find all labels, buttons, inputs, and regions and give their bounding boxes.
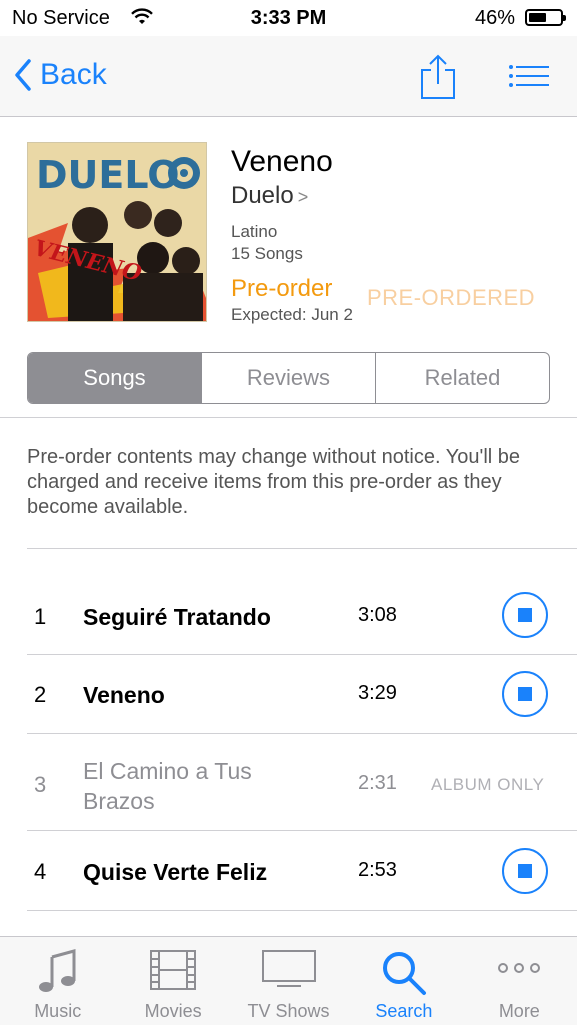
stop-preview-button[interactable]: [502, 848, 548, 894]
album-only-label: ALBUM ONLY: [431, 775, 545, 794]
tab-label: Music: [34, 1001, 82, 1021]
track-row[interactable]: 3 El Camino a Tus Brazos 2:31 ALBUM ONLY: [0, 734, 577, 831]
music-icon: [38, 949, 78, 998]
divider: [0, 417, 577, 418]
expected-date: Expected: Jun 2: [231, 305, 353, 324]
back-button[interactable]: Back: [14, 58, 107, 92]
track-duration: 2:53: [358, 859, 397, 881]
tab-label: TV Shows: [247, 1001, 330, 1021]
album-title: Veneno: [231, 145, 333, 178]
track-number: 4: [34, 859, 47, 884]
divider: [27, 910, 577, 911]
track-title: Veneno: [83, 682, 165, 708]
chevron-right-icon: >: [297, 187, 309, 207]
list-icon[interactable]: [508, 64, 550, 93]
tab-more[interactable]: More: [462, 937, 577, 1025]
track-duration: 3:29: [358, 682, 397, 704]
album-genre: Latino: [231, 222, 278, 241]
tab-reviews[interactable]: Reviews: [201, 353, 375, 403]
track-number: 3: [34, 772, 47, 797]
more-icon: [497, 961, 541, 979]
artist-link[interactable]: Duelo >: [231, 182, 308, 210]
chevron-left-icon: [15, 59, 31, 91]
navigation-bar: Back: [0, 36, 577, 117]
tv-icon: [261, 949, 317, 994]
tab-tv-shows[interactable]: TV Shows: [231, 937, 346, 1025]
battery-icon: [525, 9, 566, 26]
track-title: Quise Verte Feliz: [83, 859, 268, 885]
preordered-label: PRE-ORDERED: [367, 285, 536, 310]
tab-label: Search: [375, 1001, 433, 1021]
preorder-button[interactable]: Pre-order: [231, 275, 332, 303]
tab-songs[interactable]: Songs: [28, 353, 201, 403]
status-bar: No Service 3:33 PM 46%: [0, 0, 577, 36]
search-icon: [380, 949, 428, 1002]
film-icon: [149, 949, 197, 996]
track-duration: 3:08: [358, 604, 397, 626]
tab-label: More: [498, 1001, 540, 1021]
stop-preview-button[interactable]: [502, 671, 548, 717]
track-duration: 2:31: [358, 772, 397, 794]
track-title: El Camino a Tus Brazos: [83, 758, 252, 814]
tab-bar: Music Movies TV Shows Search More: [0, 936, 577, 1025]
track-row[interactable]: 1 Seguiré Tratando 3:08: [0, 549, 577, 655]
back-label: Back: [40, 58, 107, 91]
tab-music[interactable]: Music: [0, 937, 115, 1025]
tab-label: Movies: [144, 1001, 202, 1021]
tab-movies[interactable]: Movies: [115, 937, 230, 1025]
segmented-control: Songs Reviews Related: [27, 352, 550, 404]
battery-percent: 46%: [474, 7, 515, 29]
track-title: Seguiré Tratando: [83, 604, 271, 630]
track-row[interactable]: 2 Veneno 3:29: [0, 655, 577, 734]
share-icon[interactable]: [418, 54, 458, 105]
preorder-notice: Pre-order contents may change without no…: [27, 446, 521, 518]
track-number: 1: [34, 604, 47, 629]
track-row[interactable]: 4 Quise Verte Feliz 2:53: [0, 831, 577, 911]
tab-search[interactable]: Search: [346, 937, 461, 1025]
track-number: 2: [34, 682, 47, 707]
album-artwork: DUELO VENENO: [27, 142, 207, 322]
cover-logo-text: DUELO: [36, 153, 180, 197]
album-song-count: 15 Songs: [231, 244, 303, 263]
tab-related[interactable]: Related: [375, 353, 549, 403]
artist-name: Duelo: [231, 182, 294, 209]
stop-preview-button[interactable]: [502, 592, 548, 638]
